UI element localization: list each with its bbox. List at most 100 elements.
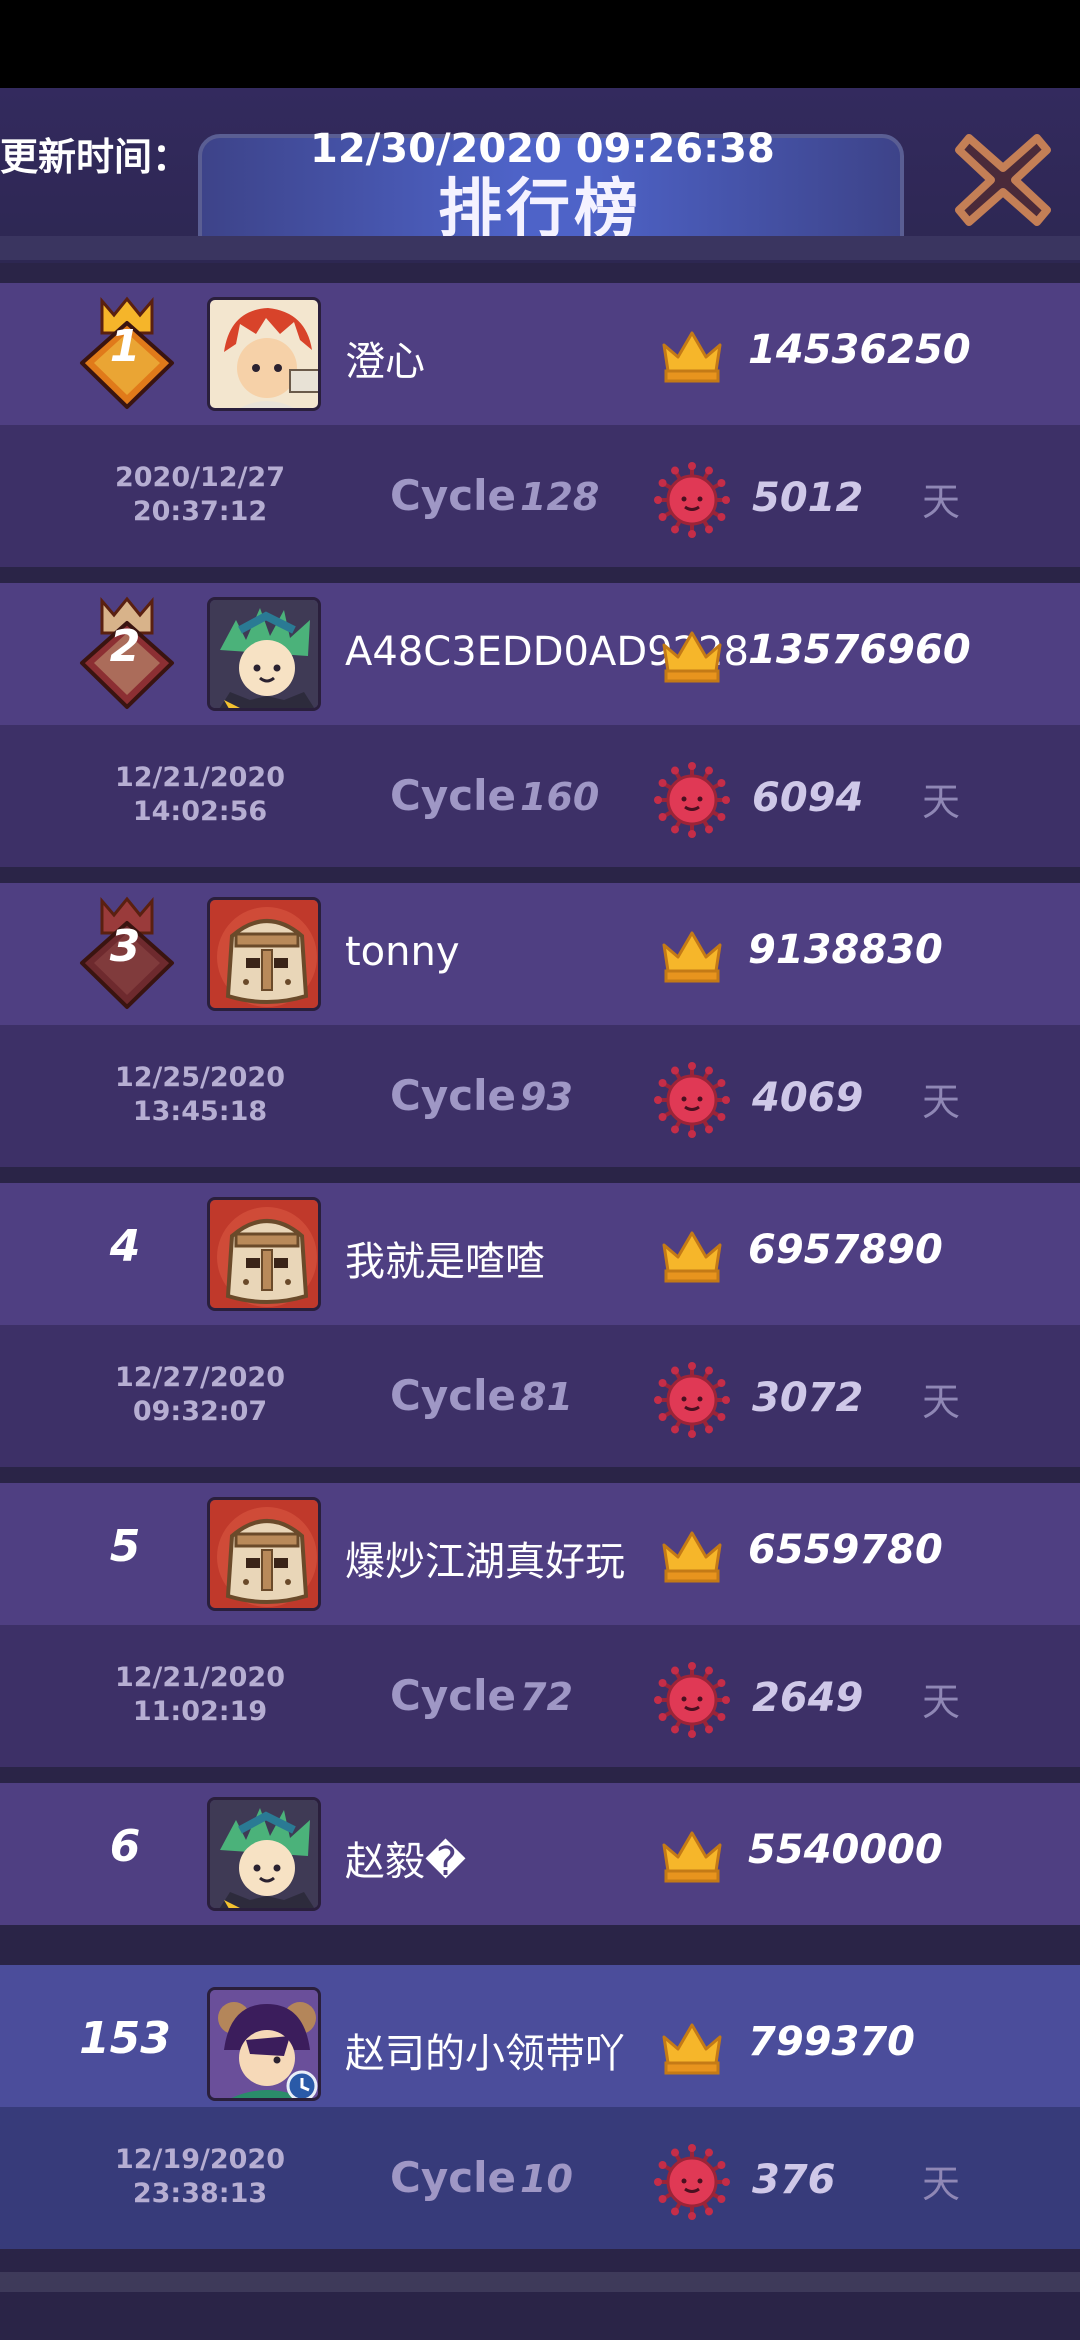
crown-icon — [660, 1527, 724, 1583]
crown-icon — [660, 2019, 724, 2075]
entry-detail-row: 12/27/2020 09:32:07 Cycle 81 3072 天 — [0, 1325, 1080, 1467]
score-value: 5540000 — [748, 1827, 943, 1873]
entry-main-row[interactable]: 6 赵毅� 5540000 — [0, 1783, 1080, 1925]
update-time-value: 12/30/2020 09:26:38 — [310, 126, 775, 172]
days-value: 2649 — [752, 1675, 864, 1721]
virus-icon — [653, 1361, 731, 1439]
days-value: 3072 — [752, 1375, 864, 1421]
player-name: 澄心 — [345, 339, 425, 385]
record-time: 20:37:12 — [132, 496, 268, 527]
entry-detail-row: 2020/12/27 20:37:12 Cycle 128 5012 天 — [0, 425, 1080, 567]
cycle-label: Cycle — [390, 771, 516, 820]
rank-number: 153 — [79, 2013, 171, 2064]
record-date: 12/27/2020 — [114, 1362, 285, 1393]
player-name: 赵毅� — [345, 1839, 467, 1885]
entry-detail-row: 12/25/2020 13:45:18 Cycle 93 4069 天 — [0, 1025, 1080, 1167]
record-datetime: 2020/12/27 20:37:12 — [100, 461, 300, 529]
entry-main-row[interactable]: 5 爆炒江湖真好玩 6559780 — [0, 1483, 1080, 1625]
virus-icon — [653, 2143, 731, 2221]
avatar[interactable] — [207, 597, 321, 711]
record-time: 09:32:07 — [132, 1396, 268, 1427]
cycle-label: Cycle — [390, 1071, 516, 1120]
cycle-value: 81 — [520, 1375, 573, 1419]
record-date: 12/21/2020 — [114, 762, 285, 793]
player-name: 爆炒江湖真好玩 — [345, 1539, 625, 1585]
crown-icon — [660, 927, 724, 983]
score-value: 13576960 — [748, 627, 971, 673]
status-bar — [0, 0, 1080, 88]
cycle-label: Cycle — [390, 2153, 516, 2202]
entry-detail-row: 12/19/2020 23:38:13 Cycle 10 376 天 — [0, 2107, 1080, 2249]
rank-number: 6 — [109, 1821, 141, 1872]
rank-number: 2 — [109, 621, 141, 672]
days-value: 6094 — [752, 775, 864, 821]
player-name: tonny — [345, 929, 460, 975]
avatar[interactable] — [207, 1797, 321, 1911]
score-value: 799370 — [748, 2019, 915, 2065]
record-datetime: 12/21/2020 14:02:56 — [100, 761, 300, 829]
entry-main-row[interactable]: 3 tonny 9138830 — [0, 883, 1080, 1025]
score-value: 6559780 — [748, 1527, 943, 1573]
score-value: 14536250 — [748, 327, 971, 373]
virus-icon — [653, 1661, 731, 1739]
player-name: 我就是喳喳 — [345, 1239, 545, 1285]
crown-icon — [660, 1827, 724, 1883]
virus-icon — [653, 761, 731, 839]
crown-icon — [660, 327, 724, 383]
entry-main-row[interactable]: 2 A48C3EDD0AD9228 13576960 — [0, 583, 1080, 725]
rank-number: 1 — [109, 321, 141, 372]
record-date: 12/25/2020 — [114, 1062, 285, 1093]
days-unit: 天 — [922, 1380, 961, 1424]
cycle-label: Cycle — [390, 471, 516, 520]
record-time: 13:45:18 — [132, 1096, 268, 1127]
record-date: 12/19/2020 — [114, 2144, 285, 2175]
avatar[interactable] — [207, 897, 321, 1011]
virus-icon — [653, 461, 731, 539]
record-time: 23:38:13 — [132, 2178, 268, 2209]
crown-icon — [660, 1227, 724, 1283]
score-value: 9138830 — [748, 927, 943, 973]
record-time: 14:02:56 — [132, 796, 268, 827]
days-value: 5012 — [752, 475, 864, 521]
days-unit: 天 — [922, 2162, 961, 2206]
entry-detail-row: 12/21/2020 14:02:56 Cycle 160 6094 天 — [0, 725, 1080, 867]
days-unit: 天 — [922, 780, 961, 824]
header: 排行榜 更新时间： 12/30/2020 09:26:38 — [0, 88, 1080, 263]
entry-main-row[interactable]: 1 澄心 14536250 — [0, 283, 1080, 425]
record-datetime: 12/21/2020 11:02:19 — [100, 1661, 300, 1729]
update-time-label: 更新时间： — [0, 135, 191, 179]
bottom-divider — [0, 2272, 1080, 2292]
record-date: 2020/12/27 — [114, 462, 285, 493]
days-unit: 天 — [922, 1080, 961, 1124]
rank-number: 5 — [109, 1521, 141, 1572]
entry-main-row[interactable]: 153 赵司的小领带吖 799370 — [0, 1965, 1080, 2107]
score-value: 6957890 — [748, 1227, 943, 1273]
days-unit: 天 — [922, 480, 961, 524]
rank-number: 3 — [109, 921, 141, 972]
avatar[interactable] — [207, 297, 321, 411]
entry-detail-row: 12/21/2020 11:02:19 Cycle 72 2649 天 — [0, 1625, 1080, 1767]
cycle-value: 93 — [520, 1075, 573, 1119]
cycle-value: 72 — [520, 1675, 573, 1719]
cycle-value: 10 — [520, 2157, 573, 2201]
cycle-label: Cycle — [390, 1671, 516, 1720]
record-time: 11:02:19 — [132, 1696, 268, 1727]
avatar[interactable] — [207, 1497, 321, 1611]
rank-number: 4 — [109, 1221, 141, 1272]
record-datetime: 12/27/2020 09:32:07 — [100, 1361, 300, 1429]
close-icon — [955, 134, 1051, 226]
cycle-value: 160 — [520, 775, 600, 819]
player-name: 赵司的小领带吖 — [345, 2031, 625, 2077]
cycle-value: 128 — [520, 475, 600, 519]
days-unit: 天 — [922, 1680, 961, 1724]
record-date: 12/21/2020 — [114, 1662, 285, 1693]
avatar[interactable] — [207, 1987, 321, 2101]
avatar[interactable] — [207, 1197, 321, 1311]
crown-icon — [660, 627, 724, 683]
entry-main-row[interactable]: 4 我就是喳喳 6957890 — [0, 1183, 1080, 1325]
close-button[interactable] — [948, 126, 1058, 234]
virus-icon — [653, 1061, 731, 1139]
record-datetime: 12/25/2020 13:45:18 — [100, 1061, 300, 1129]
days-value: 376 — [752, 2157, 836, 2203]
days-value: 4069 — [752, 1075, 864, 1121]
